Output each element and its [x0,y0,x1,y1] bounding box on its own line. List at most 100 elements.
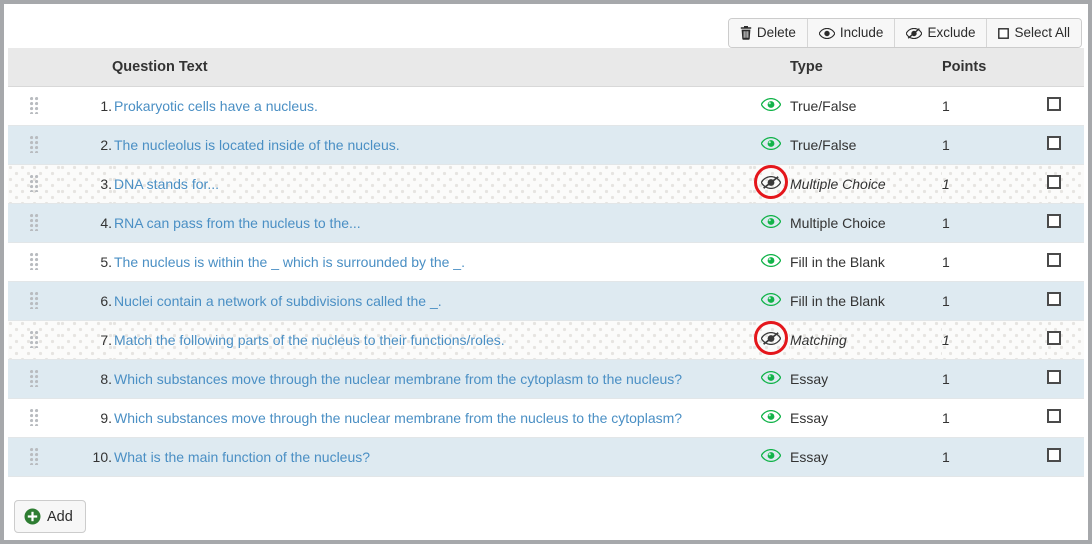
row-checkbox[interactable] [1047,136,1061,150]
add-question-button-label: Add [47,508,73,525]
question-text-cell: The nucleolus is located inside of the n… [112,125,752,165]
row-number: 3. [60,164,112,204]
question-type: True/False [790,125,942,165]
table-row[interactable]: 8. Which substances move through the nucl… [8,359,1084,399]
table-row[interactable]: 9. Which substances move through the nucl… [8,398,1084,438]
visibility-cell [752,398,790,438]
question-text-link[interactable]: Prokaryotic cells have a nucleus. [112,98,318,114]
include-button[interactable]: Include [806,19,895,47]
drag-handle-cell [8,398,60,438]
header-checkbox [1047,48,1084,87]
select-cell [1047,125,1084,165]
row-checkbox[interactable] [1047,214,1061,228]
select-cell [1047,164,1084,204]
add-question-button[interactable]: Add [14,500,86,533]
drag-handle-cell [8,320,60,360]
question-text-cell: RNA can pass from the nucleus to the... [112,203,752,243]
question-points: 1 [942,242,1047,282]
row-checkbox[interactable] [1047,331,1061,345]
drag-handle-icon[interactable] [30,331,39,348]
drag-handle-icon[interactable] [30,409,39,426]
drag-handle-icon[interactable] [30,292,39,309]
question-points: 1 [942,437,1047,477]
row-number: 8. [60,359,112,399]
row-checkbox[interactable] [1047,253,1061,267]
row-number: 6. [60,281,112,321]
eye-icon[interactable] [761,97,781,111]
table-header: Question Text Type Points [8,48,1084,87]
row-number: 1. [60,86,112,126]
eye-icon[interactable] [761,136,781,150]
visibility-cell [752,125,790,165]
row-checkbox[interactable] [1047,370,1061,384]
drag-handle-cell [8,242,60,282]
question-text-link[interactable]: Match the following parts of the nucleus… [112,332,505,348]
table-row[interactable]: 1. Prokaryotic cells have a nucleus. True/… [8,86,1084,126]
question-type: Fill in the Blank [790,242,942,282]
question-text-cell: DNA stands for... [112,164,752,204]
checkbox-icon [998,27,1010,39]
drag-handle-cell [8,86,60,126]
question-text-link[interactable]: Which substances move through the nuclea… [112,371,682,387]
question-text-link[interactable]: DNA stands for... [112,176,219,192]
question-list-panel: Delete Include Exclude Select All Questi… [4,4,1088,540]
question-text-link[interactable]: Which substances move through the nuclea… [112,410,682,426]
question-points: 1 [942,320,1047,360]
question-type: Multiple Choice [790,164,942,204]
exclude-button[interactable]: Exclude [894,19,987,47]
eye-icon[interactable] [761,448,781,462]
eye-icon[interactable] [761,370,781,384]
question-type: Essay [790,359,942,399]
drag-handle-icon[interactable] [30,370,39,387]
select-all-button[interactable]: Select All [986,19,1081,47]
row-checkbox[interactable] [1047,292,1061,306]
question-text-cell: Nuclei contain a network of subdivisions… [112,281,752,321]
question-text-link[interactable]: Nuclei contain a network of subdivisions… [112,293,442,309]
delete-button[interactable]: Delete [728,19,807,47]
question-type: Multiple Choice [790,203,942,243]
row-number: 4. [60,203,112,243]
table-row[interactable]: 5. The nucleus is within the _ which is s… [8,242,1084,282]
table-row[interactable]: 3. DNA stands for... Multiple Choice 1 [8,164,1084,204]
question-text-link[interactable]: The nucleus is within the _ which is sur… [112,254,465,270]
eye-icon[interactable] [761,292,781,306]
row-checkbox[interactable] [1047,409,1061,423]
drag-handle-icon[interactable] [30,136,39,153]
visibility-cell [752,320,790,360]
question-text-cell: Which substances move through the nuclea… [112,359,752,399]
table-row[interactable]: 6. Nuclei contain a network of subdivisio… [8,281,1084,321]
exclude-button-label: Exclude [927,25,976,41]
delete-button-label: Delete [756,25,796,41]
question-text-link[interactable]: RNA can pass from the nucleus to the... [112,215,361,231]
eye-icon[interactable] [761,214,781,228]
header-question-text: Question Text [112,48,752,87]
drag-handle-icon[interactable] [30,253,39,270]
table-row[interactable]: 7. Match the following parts of the nucle… [8,320,1084,360]
eye-icon[interactable] [761,409,781,423]
header-eye [752,48,790,87]
drag-handle-icon[interactable] [30,214,39,231]
table-row[interactable]: 10. What is the main function of the nucl… [8,437,1084,477]
question-text-link[interactable]: What is the main function of the nucleus… [112,449,370,465]
row-checkbox[interactable] [1047,97,1061,111]
drag-handle-icon[interactable] [30,448,39,465]
row-checkbox[interactable] [1047,448,1061,462]
header-points: Points [942,48,1047,87]
eye-icon[interactable] [761,253,781,267]
eye-slash-icon[interactable] [754,321,788,355]
eye-slash-icon[interactable] [754,165,788,199]
select-cell [1047,398,1084,438]
question-type: Essay [790,398,942,438]
table-row[interactable]: 2. The nucleolus is located inside of the… [8,125,1084,165]
select-cell [1047,281,1084,321]
question-text-cell: Match the following parts of the nucleus… [112,320,752,360]
question-text-link[interactable]: The nucleolus is located inside of the n… [112,137,400,153]
table-row[interactable]: 4. RNA can pass from the nucleus to the..… [8,203,1084,243]
header-number [60,48,112,87]
drag-handle-icon[interactable] [30,175,39,192]
visibility-cell [752,203,790,243]
question-toolbar: Delete Include Exclude Select All [727,18,1082,48]
drag-handle-icon[interactable] [30,97,39,114]
visibility-cell [752,437,790,477]
row-checkbox[interactable] [1047,175,1061,189]
